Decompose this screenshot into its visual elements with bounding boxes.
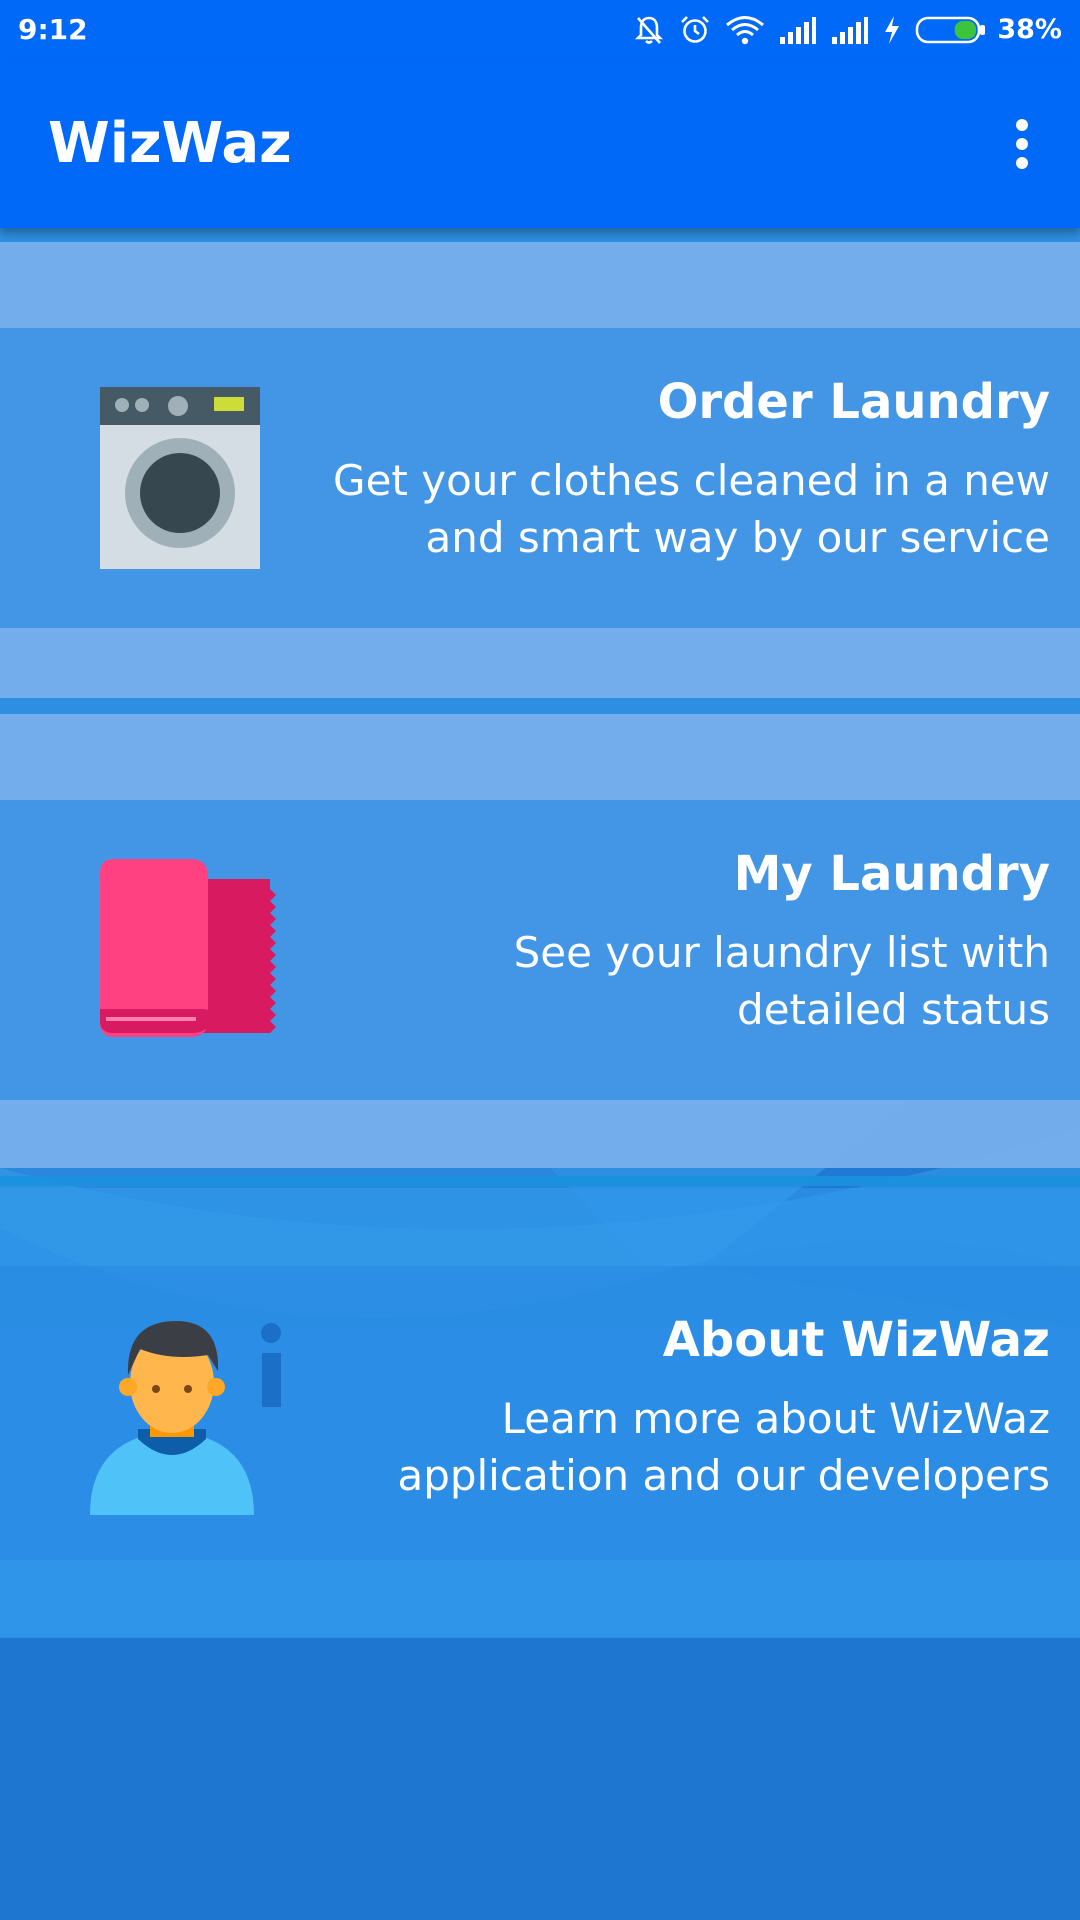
description-line: detailed status <box>737 985 1050 1034</box>
app-title: WizWaz <box>48 111 292 176</box>
card-text: About WizWaz Learn more about WizWaz app… <box>290 1308 1050 1504</box>
bottom-panel <box>0 1637 1080 1920</box>
battery-percent: 38% <box>997 14 1062 45</box>
more-vert-icon <box>1016 119 1028 169</box>
description-line: application and our developers <box>397 1451 1050 1500</box>
card-title: About WizWaz <box>662 1312 1050 1368</box>
menu-item-about[interactable]: About WizWaz Learn more about WizWaz app… <box>0 1188 1080 1638</box>
signal-icon <box>780 17 817 44</box>
notifications-off-icon <box>635 16 664 44</box>
towel-icon <box>100 859 276 1037</box>
alarm-icon <box>681 16 710 43</box>
card-title: My Laundry <box>733 846 1050 902</box>
description-line: and smart way by our service <box>425 513 1050 562</box>
card-text: Order Laundry Get your clothes cleaned i… <box>290 370 1050 566</box>
description-line: Learn more about WizWaz <box>501 1394 1050 1443</box>
menu-item-order-laundry[interactable]: Order Laundry Get your clothes cleaned i… <box>0 242 1080 698</box>
wifi-icon <box>726 16 765 45</box>
card-body: About WizWaz Learn more about WizWaz app… <box>0 1266 1080 1560</box>
description-line: See your laundry list with <box>513 928 1050 977</box>
card-description: See your laundry list with detailed stat… <box>290 924 1050 1038</box>
card-body: My Laundry See your laundry list with de… <box>0 800 1080 1100</box>
card-title: Order Laundry <box>657 374 1050 430</box>
signal-icon <box>832 17 869 44</box>
status-icons: 38% <box>619 10 1062 50</box>
card-body: Order Laundry Get your clothes cleaned i… <box>0 328 1080 628</box>
washing-machine-icon <box>100 387 260 569</box>
user-info-icon <box>90 1321 281 1515</box>
card-text: My Laundry See your laundry list with de… <box>290 842 1050 1038</box>
menu-item-my-laundry[interactable]: My Laundry See your laundry list with de… <box>0 714 1080 1168</box>
app-bar: WizWaz <box>0 60 1080 228</box>
card-description: Get your clothes cleaned in a new and sm… <box>290 452 1050 566</box>
overflow-menu-button[interactable] <box>990 110 1054 178</box>
status-bar: 9:12 38% <box>0 0 1080 60</box>
card-description: Learn more about WizWaz application and … <box>290 1390 1050 1504</box>
status-time: 9:12 <box>18 13 88 46</box>
description-line: Get your clothes cleaned in a new <box>333 456 1050 505</box>
battery-icon <box>916 16 986 44</box>
charging-icon <box>885 16 900 44</box>
